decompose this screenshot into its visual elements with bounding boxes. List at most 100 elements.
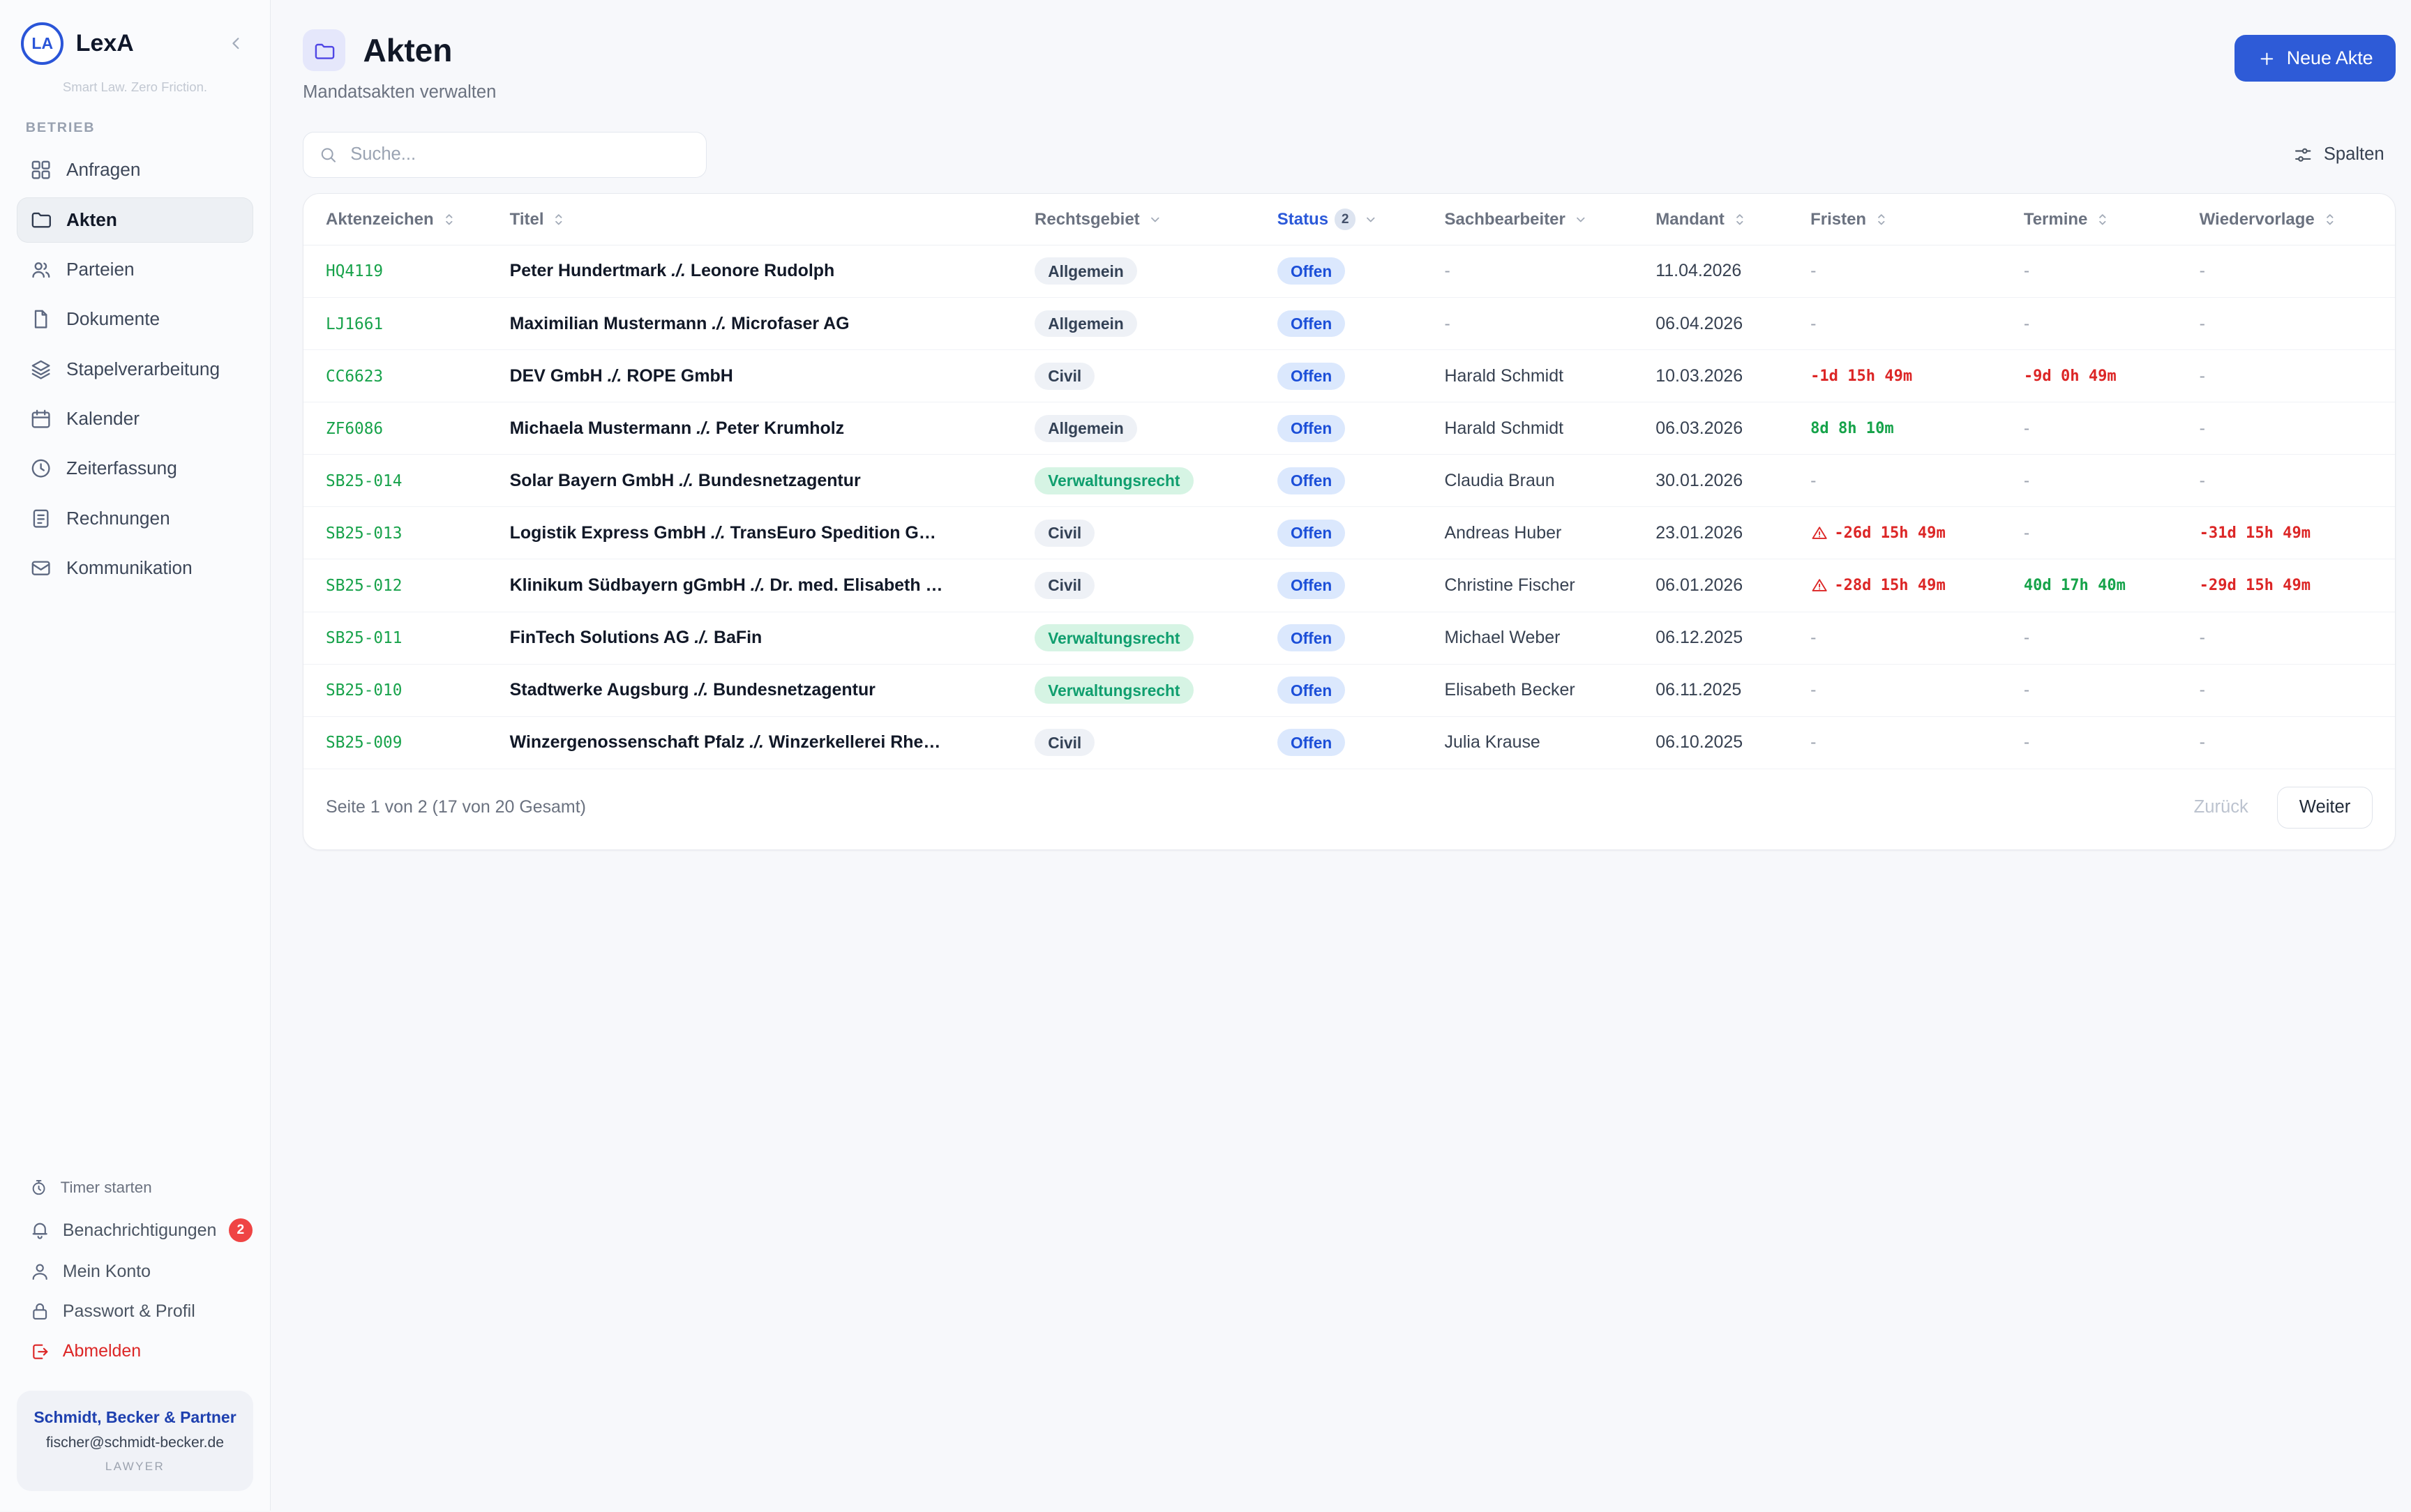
pagination-buttons: Zurück Weiter (2176, 787, 2373, 829)
table-body: HQ4119Peter Hundertmark ./. Leonore Rudo… (303, 245, 2395, 769)
column-header-aktenzeichen[interactable]: Aktenzeichen (303, 194, 496, 245)
sidebar-item-rechnungen[interactable]: Rechnungen (17, 496, 253, 541)
akte-row-sb25-009[interactable]: SB25-009Winzergenossenschaft Pfalz ./. W… (303, 716, 2395, 769)
app-root: LA LexA Smart Law. Zero Friction. BETRIE… (0, 0, 2411, 1511)
rechtsgebiet-badge: Civil (1035, 729, 1095, 756)
sidebar-item-benachrichtigungen[interactable]: Benachrichtigungen2 (17, 1209, 253, 1252)
akte-title: Logistik Express GmbH ./. TransEuro Sped… (510, 523, 936, 543)
empty-value: - (2024, 471, 2029, 490)
mandant-date: 30.01.2026 (1642, 455, 1796, 507)
sidebar-item-kommunikation[interactable]: Kommunikation (17, 545, 253, 591)
aktenzeichen: LJ1661 (326, 315, 383, 333)
chevron-left-icon (225, 33, 246, 54)
sidebar-item-label: Rechnungen (66, 508, 170, 529)
column-header-mandant[interactable]: Mandant (1642, 194, 1796, 245)
akte-title: DEV GmbH ./. ROPE GmbH (510, 366, 733, 386)
countdown-value: 40d 17h 40m (2024, 577, 2126, 594)
fristen-cell: - (1796, 245, 2010, 297)
fristen-cell: 8d 8h 10m (1796, 402, 2010, 455)
sidebar-item-zeiterfassung[interactable]: Zeiterfassung (17, 446, 253, 491)
fristen-cell: -28d 15h 49m (1796, 559, 2010, 612)
prev-page-button[interactable]: Zurück (2176, 787, 2266, 828)
column-header-fristen[interactable]: Fristen (1796, 194, 2010, 245)
sidebar-item-akten[interactable]: Akten (17, 197, 253, 243)
sidebar-item-anfragen[interactable]: Anfragen (17, 147, 253, 192)
aktenzeichen: SB25-012 (326, 577, 402, 595)
sidebar-item-passwort-profil[interactable]: Passwort & Profil (17, 1292, 253, 1331)
akte-title: Stadtwerke Augsburg ./. Bundesnetzagentu… (510, 680, 876, 700)
document-icon (29, 308, 52, 331)
empty-value: - (2200, 261, 2205, 280)
aktenzeichen: SB25-010 (326, 681, 402, 700)
termine-cell: - (2010, 507, 2186, 559)
sidebar-nav: Anfragen Akten Parteien Dokumente Stapelvera… (17, 147, 253, 591)
empty-value: - (2200, 680, 2205, 700)
column-header-titel[interactable]: Titel (496, 194, 1021, 245)
column-header-sachbearbeiter[interactable]: Sachbearbeiter (1431, 194, 1642, 245)
column-header-rechtsgebiet[interactable]: Rechtsgebiet (1021, 194, 1263, 245)
column-label: Sachbearbeiter (1445, 210, 1565, 229)
sidebar-item-parteien[interactable]: Parteien (17, 247, 253, 292)
filter-count-badge: 2 (1335, 209, 1355, 229)
toolbar: Spalten (303, 132, 2396, 178)
column-header-termine[interactable]: Termine (2010, 194, 2186, 245)
sidebar-item-dokumente[interactable]: Dokumente (17, 296, 253, 342)
column-label: Wiedervorlage (2200, 210, 2315, 229)
akte-row-zf6086[interactable]: ZF6086Michaela Mustermann ./. Peter Krum… (303, 402, 2395, 455)
wiedervorlage-cell: - (2186, 716, 2395, 769)
sort-icon (440, 211, 458, 229)
neue-akte-label: Neue Akte (2287, 47, 2373, 69)
akte-row-sb25-012[interactable]: SB25-012Klinikum Südbayern gGmbH ./. Dr.… (303, 559, 2395, 612)
aktenzeichen: ZF6086 (326, 420, 383, 438)
app-tagline: Smart Law. Zero Friction. (17, 80, 253, 95)
fristen-cell: - (1796, 612, 2010, 664)
spalten-button[interactable]: Spalten (2281, 135, 2396, 174)
next-page-button[interactable]: Weiter (2277, 787, 2372, 829)
sachbearbeiter: Harald Schmidt (1431, 350, 1642, 402)
akte-row-sb25-011[interactable]: SB25-011FinTech Solutions AG ./. BaFinVe… (303, 612, 2395, 664)
rechtsgebiet-badge: Allgemein (1035, 257, 1137, 285)
sort-icon (2094, 211, 2112, 229)
wiedervorlage-cell: - (2186, 297, 2395, 349)
empty-value: - (1810, 628, 1816, 647)
neue-akte-button[interactable]: Neue Akte (2235, 35, 2396, 82)
akte-row-hq4119[interactable]: HQ4119Peter Hundertmark ./. Leonore Rudo… (303, 245, 2395, 297)
rechtsgebiet-badge: Civil (1035, 363, 1095, 390)
sidebar-collapse-button[interactable] (223, 31, 249, 56)
logout-icon (29, 1341, 50, 1362)
column-header-status[interactable]: Status2 (1263, 194, 1431, 245)
akte-row-lj1661[interactable]: LJ1661Maximilian Mustermann ./. Microfas… (303, 297, 2395, 349)
sidebar-top: LA LexA Smart Law. Zero Friction. BETRIE… (17, 22, 253, 595)
sidebar-footer-nav: Timer starten Benachrichtigungen2Mein Kon… (17, 1169, 253, 1372)
account-card[interactable]: Schmidt, Becker & Partner fischer@schmid… (17, 1391, 253, 1492)
akte-row-cc6623[interactable]: CC6623DEV GmbH ./. ROPE GmbHCivilOffenHa… (303, 350, 2395, 402)
account-email: fischer@schmidt-becker.de (28, 1435, 242, 1451)
empty-value: - (2200, 418, 2205, 438)
page-title: Akten (363, 31, 452, 69)
sidebar-item-label: Kalender (66, 408, 140, 430)
akten-table-card: AktenzeichenTitelRechtsgebietStatus2 Sach… (303, 193, 2396, 850)
sachbearbeiter: - (1431, 245, 1642, 297)
sort-icon (2321, 211, 2339, 229)
search-input[interactable] (303, 132, 707, 178)
akte-row-sb25-013[interactable]: SB25-013Logistik Express GmbH ./. TransE… (303, 507, 2395, 559)
sidebar-item-mein-konto[interactable]: Mein Konto (17, 1252, 253, 1292)
sidebar-item-timer-starten[interactable]: Timer starten (17, 1169, 253, 1209)
wiedervorlage-cell: - (2186, 612, 2395, 664)
pagination-summary: Seite 1 von 2 (17 von 20 Gesamt) (326, 797, 586, 817)
fristen-cell: - (1796, 455, 2010, 507)
column-label: Termine (2024, 210, 2088, 229)
akte-row-sb25-014[interactable]: SB25-014Solar Bayern GmbH ./. Bundesnetz… (303, 455, 2395, 507)
aktenzeichen: HQ4119 (326, 262, 383, 280)
column-header-wiedervorlage[interactable]: Wiedervorlage (2186, 194, 2395, 245)
mandant-date: 06.01.2026 (1642, 559, 1796, 612)
termine-cell: 40d 17h 40m (2010, 559, 2186, 612)
sidebar-item-kalender[interactable]: Kalender (17, 396, 253, 441)
plus-icon (2257, 49, 2277, 69)
sidebar-item-stapelverarbeitung[interactable]: Stapelverarbeitung (17, 347, 253, 392)
sidebar-item-label: Timer starten (61, 1179, 152, 1197)
sidebar-item-abmelden[interactable]: Abmelden (17, 1331, 253, 1371)
brand: LA LexA (17, 22, 253, 65)
akte-row-sb25-010[interactable]: SB25-010 Stadtwerke Augsburg ./. Bundesne… (303, 664, 2395, 716)
sidebar-item-label: Parteien (66, 259, 135, 280)
